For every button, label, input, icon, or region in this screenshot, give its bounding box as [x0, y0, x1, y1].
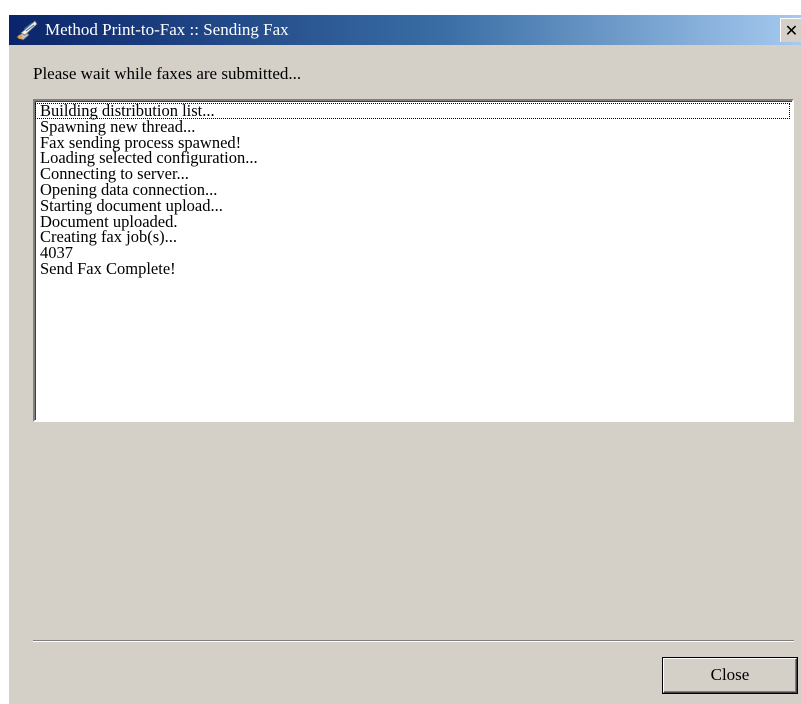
progress-log-list[interactable]: Building distribution list... Spawning n…: [33, 99, 794, 422]
fax-icon: [16, 20, 38, 41]
separator: [33, 640, 794, 642]
status-prompt: Please wait while faxes are submitted...: [33, 64, 302, 83]
title-bar[interactable]: Method Print-to-Fax :: Sending Fax ✕: [9, 15, 801, 45]
sending-fax-dialog: Method Print-to-Fax :: Sending Fax ✕ Ple…: [8, 15, 801, 704]
window-title: Method Print-to-Fax :: Sending Fax: [45, 20, 289, 39]
log-line[interactable]: Send Fax Complete!: [35, 260, 792, 277]
window-close-button[interactable]: ✕: [780, 18, 801, 42]
log-line[interactable]: Creating fax job(s)...: [35, 229, 792, 245]
close-button[interactable]: Close: [663, 658, 797, 693]
